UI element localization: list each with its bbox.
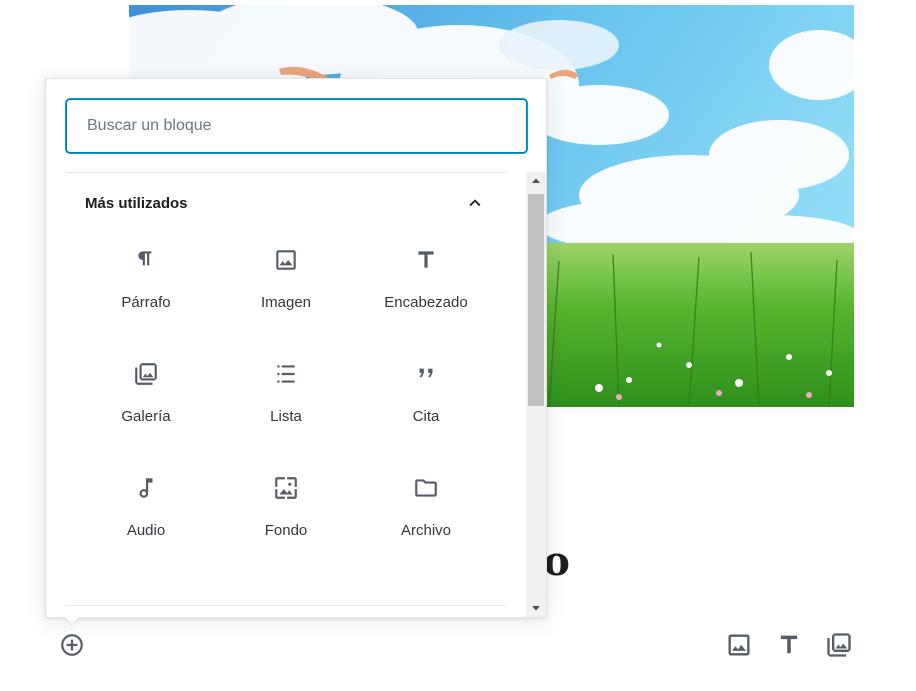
block-item-paragraph[interactable]: Párrafo	[76, 240, 216, 354]
block-item-label: Galería	[121, 408, 171, 425]
block-item-label: Encabezado	[384, 294, 468, 311]
scroll-down-button[interactable]	[526, 599, 546, 617]
block-item-quote[interactable]: Cita	[356, 354, 496, 468]
block-item-label: Fondo	[264, 522, 308, 539]
search-wrap	[66, 99, 527, 153]
file-icon	[412, 474, 440, 502]
scroll-down-arrow-icon	[532, 606, 540, 611]
block-item-heading[interactable]: Encabezado	[356, 240, 496, 354]
audio-icon	[132, 474, 160, 502]
scrollbar-thumb[interactable]	[528, 194, 544, 406]
insert-heading-button[interactable]	[774, 630, 804, 660]
quote-icon	[412, 360, 440, 388]
most-used-panel-toggle[interactable]: Más utilizados	[66, 173, 506, 233]
block-list: Párrafo Imagen Encabezado Galería Lista …	[76, 240, 496, 582]
heading-icon	[412, 246, 440, 274]
block-shortcuts-toolbar	[724, 630, 854, 660]
block-item-label: Archivo	[400, 522, 452, 539]
scroll-up-button[interactable]	[526, 172, 546, 190]
scroll-up-arrow-icon	[532, 178, 540, 183]
block-item-cover[interactable]: Fondo	[216, 468, 356, 582]
list-icon	[272, 360, 300, 388]
block-search-input[interactable]	[66, 99, 527, 153]
block-item-file[interactable]: Archivo	[356, 468, 496, 582]
block-item-list[interactable]: Lista	[216, 354, 356, 468]
gallery-icon	[827, 633, 851, 657]
block-item-image[interactable]: Imagen	[216, 240, 356, 354]
inserter-toggle-button[interactable]	[58, 631, 86, 659]
block-item-gallery[interactable]: Galería	[76, 354, 216, 468]
block-inserter-popover: Más utilizados Párrafo Imagen Encabe	[45, 78, 547, 618]
image-icon	[728, 634, 750, 656]
block-item-audio[interactable]: Audio	[76, 468, 216, 582]
plus-circle-icon	[61, 634, 83, 656]
block-item-label: Párrafo	[121, 294, 171, 311]
panel-title: Más utilizados	[85, 194, 188, 212]
chevron-up-icon	[469, 199, 481, 207]
image-icon	[272, 246, 300, 274]
gallery-icon	[132, 360, 160, 388]
popover-arrow	[63, 616, 81, 626]
insert-image-button[interactable]	[724, 630, 754, 660]
divider	[66, 605, 506, 606]
insert-gallery-button[interactable]	[824, 630, 854, 660]
block-item-label: Imagen	[260, 294, 312, 311]
block-panel-scroll-area: Más utilizados Párrafo Imagen Encabezado…	[46, 172, 546, 617]
panel-scrollbar[interactable]	[526, 172, 546, 617]
block-item-label: Audio	[126, 522, 166, 539]
paragraph-icon	[132, 246, 160, 274]
block-item-label: Cita	[412, 408, 440, 425]
block-item-label: Lista	[270, 408, 302, 425]
cover-icon	[272, 474, 300, 502]
heading-icon	[780, 635, 798, 654]
